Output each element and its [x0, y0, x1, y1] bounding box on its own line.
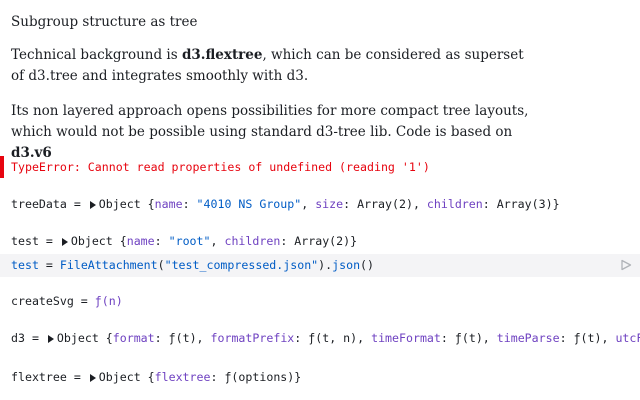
function-name: FileAttachment — [59, 258, 158, 272]
cell-name: treeData — [11, 197, 67, 211]
prop-value: ƒ(t) — [454, 331, 483, 345]
play-icon[interactable] — [620, 259, 632, 271]
prop-key: name — [126, 234, 155, 248]
cell-treedata[interactable]: treeData = Object {name: "4010 NS Group"… — [11, 193, 640, 215]
object-end: } — [552, 197, 560, 211]
call-parens: () — [360, 258, 375, 272]
prop-value: ƒ(options) — [224, 370, 295, 384]
prop-key: timeFormat — [371, 331, 441, 345]
cell-test-source[interactable]: test = FileAttachment("test_compressed.j… — [11, 254, 640, 276]
object-end: } — [350, 234, 358, 248]
intro-paragraph: Technical background is d3.flextree, whi… — [11, 45, 531, 87]
cell-name: test — [11, 234, 39, 248]
flextree-bold: d3.flextree — [181, 47, 263, 63]
triangle-right-icon[interactable] — [47, 335, 54, 343]
approach-paragraph: Its non layered approach opens possibili… — [11, 101, 531, 164]
triangle-right-icon[interactable] — [89, 374, 96, 382]
prop-key: flextree — [154, 370, 211, 384]
prop-key: timeParse — [496, 331, 560, 345]
approach-text: Its non layered approach opens possibili… — [11, 103, 529, 140]
cell-flextree[interactable]: flextree = Object {flextree: ƒ(options)} — [11, 366, 640, 388]
prop-key: name — [154, 197, 183, 211]
error-indicator — [0, 156, 4, 178]
cell-name: test — [11, 258, 39, 272]
error-cell[interactable]: TypeError: Cannot read properties of und… — [11, 156, 640, 178]
prop-key: formatPrefix — [210, 331, 295, 345]
prop-value: ƒ(t) — [168, 331, 197, 345]
cell-d3[interactable]: d3 = Object {format: ƒ(t), formatPrefix:… — [11, 327, 640, 349]
cell-name: d3 — [11, 331, 25, 345]
prop-key: children — [224, 234, 281, 248]
cell-test[interactable]: test = Object {name: "root", children: A… — [11, 230, 640, 252]
prop-value: Array(3) — [496, 197, 553, 211]
method-name: json — [332, 258, 361, 272]
triangle-right-icon[interactable] — [61, 238, 68, 246]
prop-value: Array(2) — [357, 197, 413, 211]
notebook-title: Subgroup structure as tree — [11, 14, 198, 30]
intro-text: Technical background is — [11, 47, 182, 63]
prop-key: utcFormat — [615, 331, 640, 345]
cell-createsvg[interactable]: createSvg = ƒ(n) — [11, 290, 640, 312]
string-arg: "test_compressed.json" — [164, 258, 319, 272]
function-value: ƒ(n) — [94, 294, 123, 308]
prop-key: format — [112, 331, 155, 345]
cell-name: createSvg — [11, 294, 74, 308]
object-label: Object { — [98, 197, 155, 211]
prop-value: "4010 NS Group" — [196, 197, 302, 211]
prop-value: "root" — [168, 234, 211, 248]
triangle-right-icon[interactable] — [89, 201, 96, 209]
object-end: } — [294, 370, 302, 384]
object-label: Object { — [98, 370, 155, 384]
prop-key: children — [426, 197, 483, 211]
prop-value: ƒ(t) — [573, 331, 602, 345]
prop-key: size — [315, 197, 344, 211]
object-label: Object { — [70, 234, 127, 248]
prop-value: ƒ(t, n) — [308, 331, 358, 345]
object-label: Object { — [56, 331, 113, 345]
cell-name: flextree — [11, 370, 67, 384]
prop-value: Array(2) — [294, 234, 351, 248]
